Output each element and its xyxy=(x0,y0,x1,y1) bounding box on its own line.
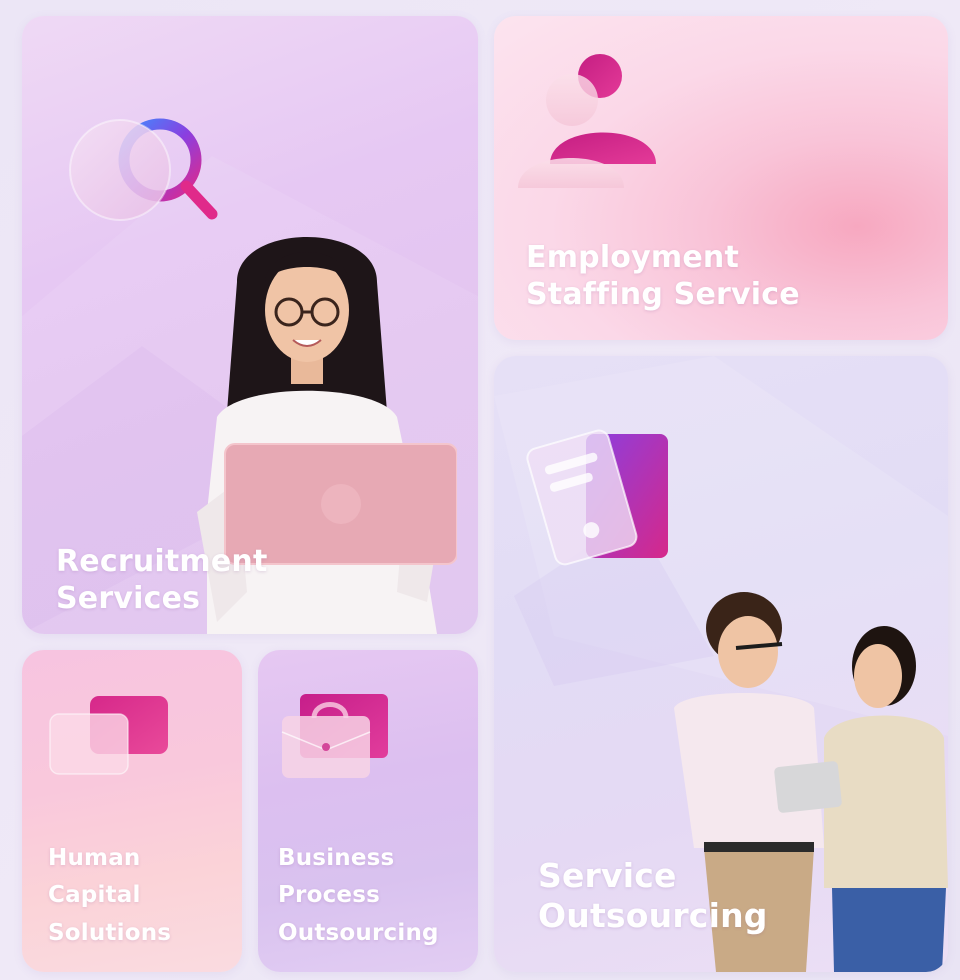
employment-title-line2: Staffing Service xyxy=(526,276,800,312)
service-outsourcing-card[interactable]: Service Outsourcing xyxy=(494,356,948,972)
employment-staffing-title: Employment Staffing Service xyxy=(526,240,800,313)
human-title-line1: Human xyxy=(48,845,141,871)
recruitment-title-line2: Services xyxy=(56,580,201,616)
service-title-line1: Service xyxy=(538,856,677,895)
business-process-outsourcing-card[interactable]: Business Process Outsourcing xyxy=(258,650,478,972)
business-title-line1: Business xyxy=(278,845,395,871)
card-background-shapes xyxy=(22,156,478,634)
user-icon xyxy=(518,54,656,188)
employment-title-line1: Employment xyxy=(526,240,739,275)
business-title-line2: Process xyxy=(278,882,381,909)
human-title-line3: Solutions xyxy=(48,919,172,946)
employment-staffing-card[interactable]: Employment Staffing Service xyxy=(494,16,948,340)
service-title-line2: Outsourcing xyxy=(538,896,768,936)
chat-icon xyxy=(49,696,168,775)
human-capital-solutions-card[interactable]: Human Capital Solutions xyxy=(22,650,242,972)
human-capital-solutions-title: Human Capital Solutions xyxy=(48,840,171,952)
service-outsourcing-title: Service Outsourcing xyxy=(538,856,768,937)
briefcase-icon xyxy=(281,694,388,778)
recruitment-services-card[interactable]: Recruitment Services xyxy=(22,16,478,634)
recruitment-services-title: Recruitment Services xyxy=(56,544,268,617)
human-title-line2: Capital xyxy=(48,882,141,909)
business-title-line3: Outsourcing xyxy=(278,919,439,946)
recruitment-title-line1: Recruitment xyxy=(56,544,268,579)
document-icon xyxy=(526,429,668,566)
search-icon xyxy=(69,118,218,221)
business-process-outsourcing-title: Business Process Outsourcing xyxy=(278,840,439,952)
